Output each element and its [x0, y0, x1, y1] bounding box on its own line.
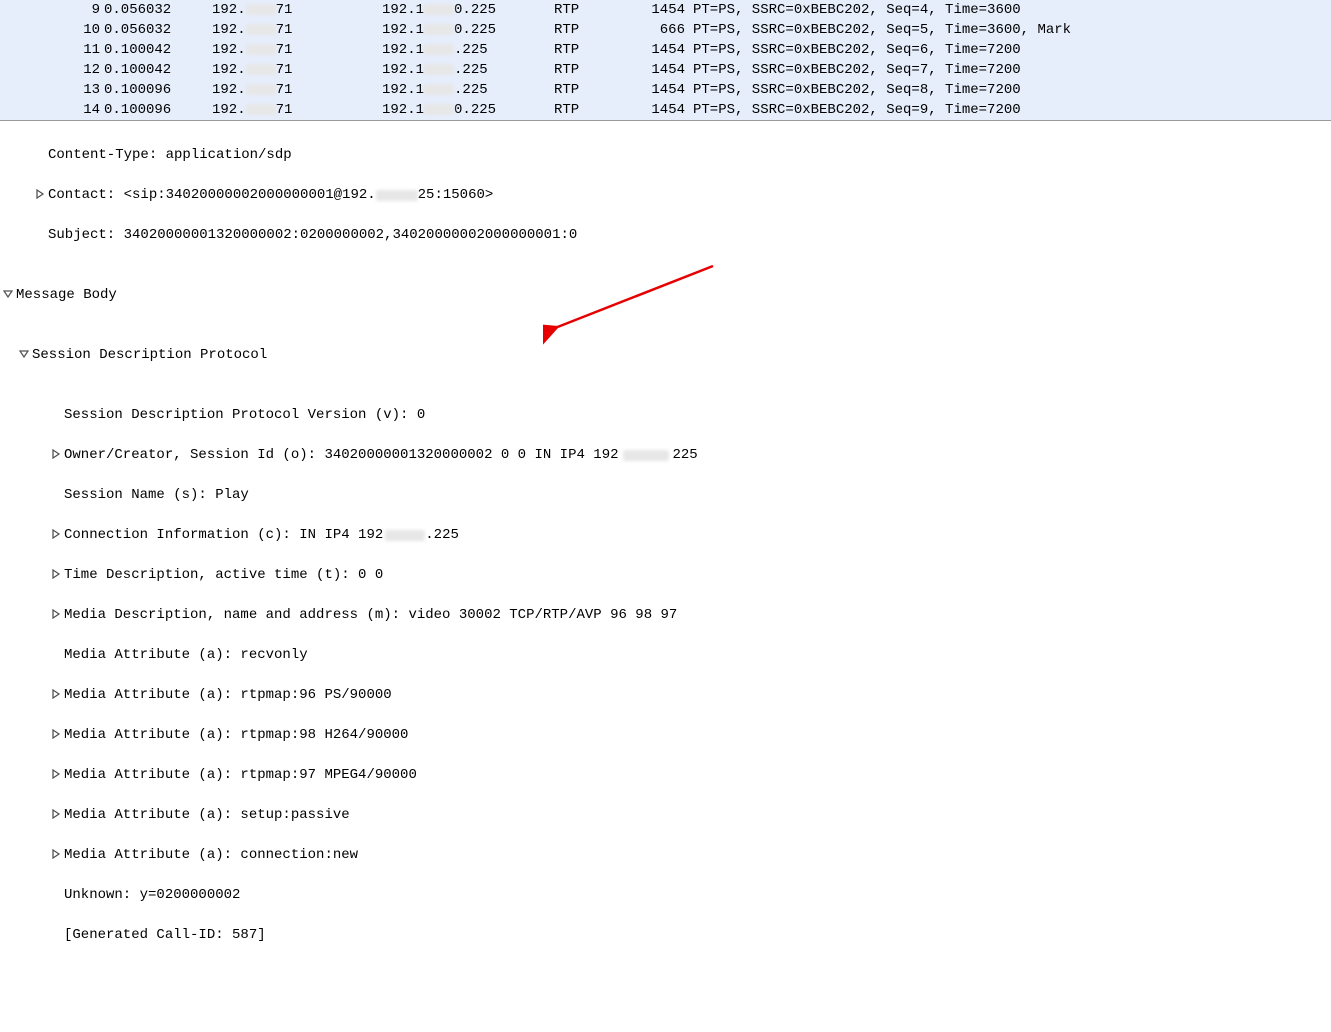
packet-row[interactable]: 100.056032192.71192.10.225RTP666PT=PS, S…	[0, 20, 1331, 40]
packet-row[interactable]: 120.100042192.71192.1.225RTP1454PT=PS, S…	[0, 60, 1331, 80]
chevron-right-icon[interactable]	[48, 765, 64, 785]
field-sdp-attr-rtpmap97[interactable]: Media Attribute (a): rtpmap:97 MPEG4/900…	[0, 765, 1331, 785]
chevron-right-icon[interactable]	[48, 605, 64, 625]
tree-message-body[interactable]: Message Body	[0, 285, 1331, 305]
field-sdp-attr-rtpmap96[interactable]: Media Attribute (a): rtpmap:96 PS/90000	[0, 685, 1331, 705]
field-sdp-media[interactable]: Media Description, name and address (m):…	[0, 605, 1331, 625]
tree-sdp[interactable]: Session Description Protocol	[0, 345, 1331, 365]
packet-row[interactable]: 130.100096192.71192.1.225RTP1454PT=PS, S…	[0, 80, 1331, 100]
field-sdp-attr-connection[interactable]: Media Attribute (a): connection:new	[0, 845, 1331, 865]
field-content-type[interactable]: Content-Type: application/sdp	[0, 145, 1331, 165]
packet-list-table[interactable]: 90.056032192.71192.10.225RTP1454PT=PS, S…	[0, 0, 1331, 120]
packet-row[interactable]: 140.100096192.71192.10.225RTP1454PT=PS, …	[0, 100, 1331, 120]
field-sdp-attr-recvonly[interactable]: Media Attribute (a): recvonly	[0, 645, 1331, 665]
chevron-right-icon[interactable]	[48, 565, 64, 585]
field-sdp-attr-setup[interactable]: Media Attribute (a): setup:passive	[0, 805, 1331, 825]
field-sdp-sname[interactable]: Session Name (s): Play	[0, 485, 1331, 505]
field-sdp-version[interactable]: Session Description Protocol Version (v)…	[0, 405, 1331, 425]
chevron-down-icon[interactable]	[16, 345, 32, 365]
packet-row[interactable]: 90.056032192.71192.10.225RTP1454PT=PS, S…	[0, 0, 1331, 20]
masked-ip	[376, 190, 418, 201]
chevron-right-icon[interactable]	[48, 805, 64, 825]
chevron-right-icon[interactable]	[48, 525, 64, 545]
field-sdp-time[interactable]: Time Description, active time (t): 0 0	[0, 565, 1331, 585]
packet-details-pane[interactable]: Content-Type: application/sdp Contact: <…	[0, 120, 1331, 1032]
chevron-right-icon[interactable]	[48, 685, 64, 705]
masked-ip	[385, 530, 425, 541]
field-contact[interactable]: Contact: <sip:34020000002000000001@192.2…	[0, 185, 1331, 205]
field-sdp-conn[interactable]: Connection Information (c): IN IP4 192.2…	[0, 525, 1331, 545]
chevron-right-icon[interactable]	[32, 185, 48, 205]
field-sdp-callid[interactable]: [Generated Call-ID: 587]	[0, 925, 1331, 945]
chevron-right-icon[interactable]	[48, 445, 64, 465]
masked-ip	[623, 450, 669, 461]
field-subject[interactable]: Subject: 34020000001320000002:0200000002…	[0, 225, 1331, 245]
chevron-right-icon[interactable]	[48, 725, 64, 745]
packet-row[interactable]: 110.100042192.71192.1.225RTP1454PT=PS, S…	[0, 40, 1331, 60]
field-sdp-owner[interactable]: Owner/Creator, Session Id (o): 340200000…	[0, 445, 1331, 465]
field-sdp-unknown[interactable]: Unknown: y=0200000002	[0, 885, 1331, 905]
chevron-right-icon[interactable]	[48, 845, 64, 865]
field-sdp-attr-rtpmap98[interactable]: Media Attribute (a): rtpmap:98 H264/9000…	[0, 725, 1331, 745]
chevron-down-icon[interactable]	[0, 285, 16, 305]
